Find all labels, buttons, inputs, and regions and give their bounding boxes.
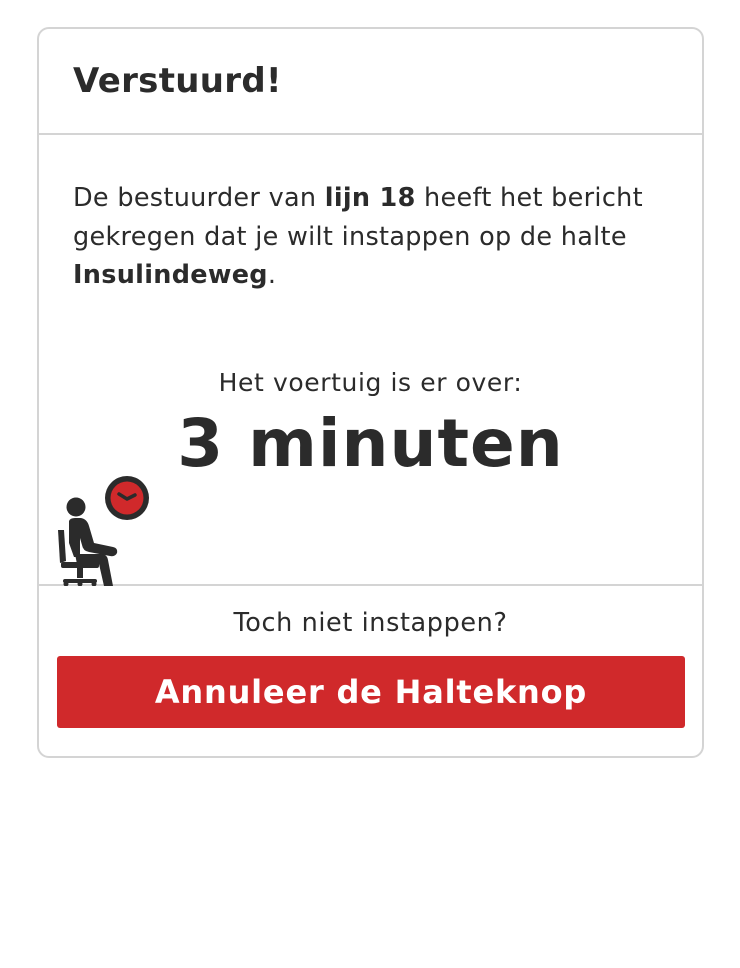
eta-label: Het voertuig is er over:	[218, 368, 523, 397]
card-body: De bestuurder van lijn 18 heeft het beri…	[39, 135, 702, 586]
stop-name: Insulindeweg	[73, 260, 268, 290]
card-footer: Toch niet instappen? Annuleer de Haltekn…	[39, 586, 702, 756]
confirmation-card: Verstuurd! De bestuurder van lijn 18 hee…	[37, 27, 704, 758]
message-text-1: De bestuurder van	[73, 183, 325, 213]
confirmation-message: De bestuurder van lijn 18 heeft het beri…	[73, 179, 673, 295]
cancel-button[interactable]: Annuleer de Halteknop	[57, 656, 685, 728]
message-text-3: .	[267, 260, 277, 290]
card-header: Verstuurd!	[39, 29, 702, 135]
page-title: Verstuurd!	[73, 61, 282, 101]
cancel-question: Toch niet instappen?	[233, 608, 508, 638]
waiting-person-with-clock-icon	[58, 476, 149, 586]
line-number: lijn 18	[324, 183, 416, 213]
